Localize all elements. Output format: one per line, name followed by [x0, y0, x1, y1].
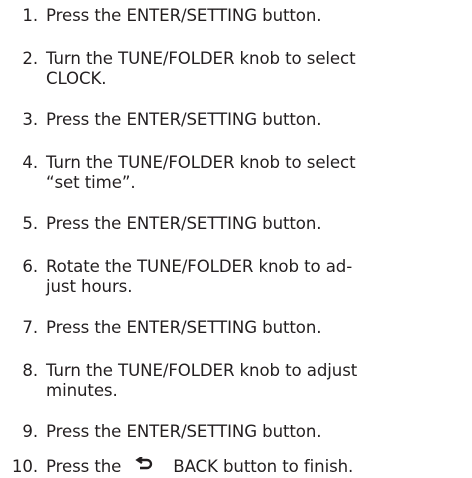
step-text: Press the ENTER/SETTING button. — [46, 422, 322, 441]
step-text-line-1: Turn the TUNE/FOLDER knob to select — [46, 49, 356, 68]
step-number: 1. — [22, 6, 38, 25]
step-number: 8. — [22, 361, 38, 380]
step-text: Press the BACK button to finish. — [46, 455, 470, 478]
step-text: Press the ENTER/SETTING button. — [46, 318, 322, 337]
step-number: 3. — [22, 110, 38, 129]
step-text: Press the ENTER/SETTING button. — [46, 110, 322, 129]
step-number: 2. — [22, 49, 38, 68]
step-number: 5. — [22, 214, 38, 233]
back-arrow-icon — [135, 455, 153, 476]
step-text: Press the ENTER/SETTING button. — [46, 6, 322, 25]
step-text-line-2: minutes. — [46, 381, 118, 400]
step-text-line-1: Turn the TUNE/FOLDER knob to select — [46, 153, 356, 172]
step-text-line-2: CLOCK. — [46, 69, 107, 88]
step-text-line-2: just hours. — [46, 277, 133, 296]
step-text-after-icon: BACK button to finish. — [173, 457, 354, 476]
step-text: Press the ENTER/SETTING button. — [46, 214, 322, 233]
step-number: 6. — [22, 257, 38, 276]
step-text-before-icon: Press the — [46, 457, 122, 476]
step-text-line-1: Turn the TUNE/FOLDER knob to adjust — [46, 361, 358, 380]
step-number: 9. — [22, 422, 38, 441]
step-number: 7. — [22, 318, 38, 337]
step-number: 4. — [22, 153, 38, 172]
step-number: 10. — [11, 457, 38, 476]
step-text-line-1: Rotate the TUNE/FOLDER knob to ad- — [46, 257, 353, 276]
step-text-line-2: “set time”. — [46, 173, 136, 192]
